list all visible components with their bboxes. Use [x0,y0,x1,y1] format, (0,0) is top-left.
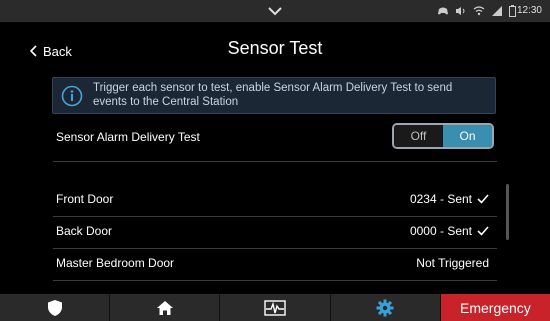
sensor-name: Back Door [56,224,113,238]
controller-icon [438,7,448,15]
divider [53,161,497,162]
bottom-nav: Emergency [0,294,550,321]
security-nav-button[interactable] [0,294,111,321]
info-banner: Trigger each sensor to test, enable Sens… [52,77,496,114]
sensor-status-text: Not Triggered [416,256,489,270]
sensor-status: Not Triggered [416,256,489,270]
sensor-status-text: 0000 - Sent [409,224,472,238]
sensor-status-text: 0234 - Sent [409,192,472,206]
wifi-icon [473,6,485,16]
delivery-test-label: Sensor Alarm Delivery Test [56,130,200,144]
sensor-row[interactable]: Front Door 0234 - Sent [53,184,497,216]
delivery-test-toggle[interactable]: Off On [392,123,494,149]
sensor-name: Master Bedroom Door [56,256,175,270]
sensor-status: 0234 - Sent [410,192,489,206]
page-title: Sensor Test [227,38,323,58]
activity-nav-button[interactable] [220,294,331,321]
status-bar: 12:30 [0,0,550,22]
battery-icon [509,5,516,17]
settings-nav-button[interactable] [330,294,441,321]
info-icon [61,85,83,107]
checkmark-icon [477,226,489,236]
sensor-name: Front Door [56,192,114,206]
divider [53,280,497,281]
activity-icon [264,299,286,316]
status-icons [437,4,516,18]
signal-icon [492,6,502,16]
sensor-row[interactable]: Back Door 0000 - Sent [53,216,497,248]
clock: 12:30 [516,5,542,16]
volume-icon [456,7,465,15]
toggle-off-option[interactable]: Off [394,125,443,147]
emergency-button[interactable]: Emergency [440,294,550,321]
home-nav-button[interactable] [110,294,221,321]
pulldown-chevron-icon[interactable] [265,3,285,19]
shield-icon [47,299,62,316]
sensor-row[interactable]: Master Bedroom Door Not Triggered [53,248,497,280]
toggle-on-option[interactable]: On [443,125,492,147]
home-icon [156,300,173,315]
scrollbar[interactable] [506,184,509,240]
checkmark-icon [477,194,489,204]
sensor-status: 0000 - Sent [410,224,489,238]
gear-icon [376,299,394,316]
info-text: Trigger each sensor to test, enable Sens… [93,82,453,108]
